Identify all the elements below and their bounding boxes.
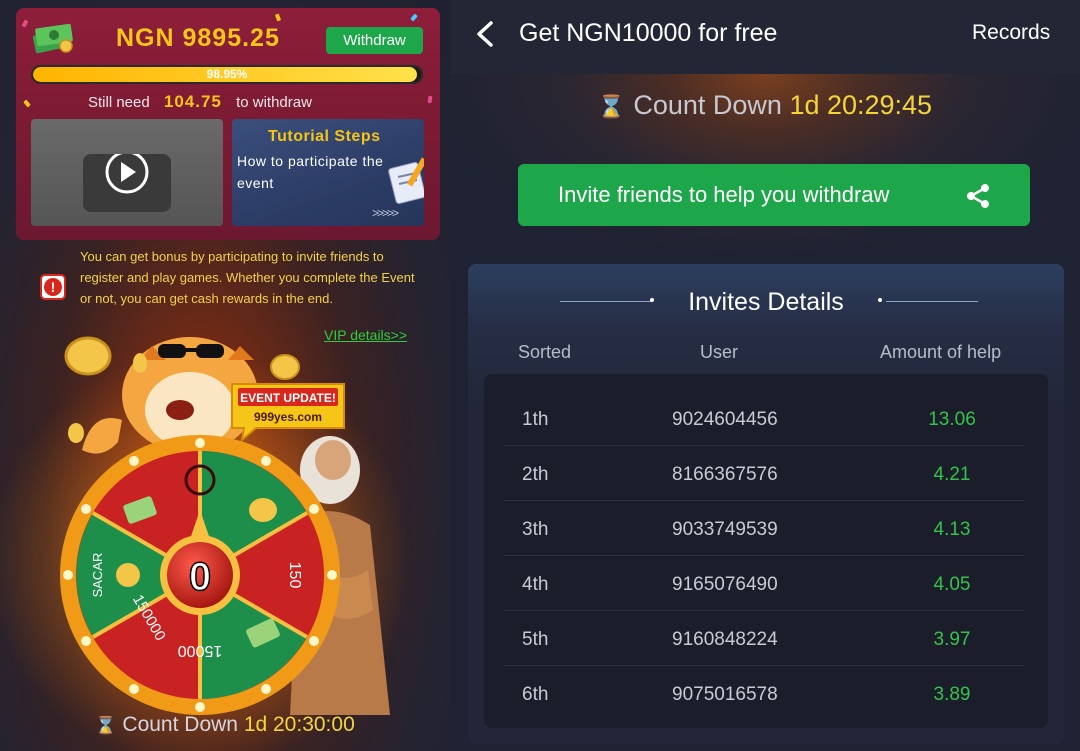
event-badge-site: 999yes.com <box>254 410 322 424</box>
countdown-label: Count Down <box>122 713 238 736</box>
invite-button-label: Invite friends to help you withdraw <box>558 182 890 207</box>
withdraw-button[interactable]: Withdraw <box>326 27 423 54</box>
row-user: 9160848224 <box>672 629 778 650</box>
row-amount: 4.05 <box>933 574 971 595</box>
table-row: 4th 9165076490 4.05 <box>504 556 1024 611</box>
event-countdown: ⌛ Count Down 1d 20:30:00 <box>0 713 450 737</box>
event-countdown: ⌛ Count Down 1d 20:29:45 <box>450 90 1080 121</box>
wheel-center-value: 0 <box>189 555 211 599</box>
tutorial-steps-card[interactable]: Tutorial Steps How to participate the ev… <box>232 119 424 226</box>
event-badge-title: EVENT UPDATE! <box>240 391 336 405</box>
lucky-wheel[interactable]: 0 150 15000 150000 SACAR <box>60 435 340 715</box>
invite-panel: Get NGN10000 for free Records ⌛ Count Dow… <box>450 0 1080 751</box>
share-icon <box>967 184 989 208</box>
balance-amount: NGN 9895.25 <box>116 24 280 52</box>
wheel-label-sacar: SACAR <box>90 553 105 598</box>
invite-friends-button[interactable]: Invite friends to help you withdraw <box>518 164 1030 226</box>
money-stack-icon <box>32 23 73 54</box>
notepad-icon <box>388 157 424 204</box>
table-row: 1th 9024604456 13.06 <box>504 391 1024 446</box>
title-divider <box>886 301 978 302</box>
row-rank: 3th <box>522 519 549 540</box>
column-header-amount: Amount of help <box>880 342 1002 362</box>
withdraw-progress-bar: 98.95% <box>31 65 423 84</box>
row-rank: 5th <box>522 629 549 650</box>
row-user: 9165076490 <box>672 574 778 595</box>
event-promo-panel: 0 150 15000 150000 SACAR EVENT UPDATE! 9… <box>0 0 450 751</box>
coins-icon <box>249 498 277 522</box>
table-row: 5th 9160848224 3.97 <box>504 611 1024 666</box>
arrows-icon: >>>>> <box>372 206 399 220</box>
row-amount: 13.06 <box>928 409 976 430</box>
row-amount: 3.89 <box>933 684 971 705</box>
bonus-card: NGN 9895.25 Withdraw 98.95% Still need 1… <box>16 8 440 240</box>
row-amount: 4.21 <box>933 464 971 485</box>
title-dot <box>878 298 882 302</box>
confetti <box>427 95 433 104</box>
row-user: 9033749539 <box>672 519 778 540</box>
back-chevron-icon[interactable] <box>474 20 496 48</box>
row-amount: 3.97 <box>933 629 971 650</box>
invites-table: 1th 9024604456 13.06 2th 8166367576 4.21… <box>484 374 1048 728</box>
row-rank: 2th <box>522 464 549 485</box>
invites-title: Invites Details <box>688 288 844 316</box>
records-link[interactable]: Records <box>972 21 1050 45</box>
countdown-time: 1d 20:30:00 <box>243 713 355 736</box>
row-user: 8166367576 <box>672 464 778 485</box>
row-user: 9075016578 <box>672 684 778 705</box>
confetti <box>23 99 31 108</box>
hourglass-icon: ⌛ <box>95 716 117 735</box>
progress-percent: 98.95% <box>206 67 248 81</box>
row-rank: 1th <box>522 409 549 430</box>
alert-glyph: ! <box>44 278 62 296</box>
invites-details-card: Invites Details Sorted User Amount of he… <box>468 264 1064 744</box>
row-rank: 4th <box>522 574 549 595</box>
row-rank: 6th <box>522 684 549 705</box>
still-need-suffix: to withdraw <box>236 94 312 111</box>
countdown-label: Count Down <box>633 90 782 120</box>
tutorial-title: Tutorial Steps <box>268 128 381 145</box>
row-user: 9024604456 <box>672 409 778 430</box>
table-row: 3th 9033749539 4.13 <box>504 501 1024 556</box>
table-row: 2th 8166367576 4.21 <box>504 446 1024 501</box>
table-row: 6th 9075016578 3.89 <box>504 666 1024 721</box>
top-bar: Get NGN10000 for free Records <box>450 0 1080 74</box>
hourglass-icon: ⌛ <box>597 94 626 119</box>
coin-icon <box>116 563 140 587</box>
column-header-user: User <box>700 342 739 362</box>
alert-icon: ! <box>40 274 66 300</box>
confetti <box>274 13 282 22</box>
play-icon[interactable] <box>83 150 171 212</box>
row-amount: 4.13 <box>933 519 971 540</box>
still-need-prefix: Still need <box>88 94 150 111</box>
still-need-amount: 104.75 <box>163 92 222 111</box>
wheel-label-15000: 15000 <box>178 642 223 659</box>
wheel-label-150: 150 <box>286 562 303 589</box>
still-need-text: Still need 104.75 to withdraw <box>88 92 312 112</box>
column-header-sorted: Sorted <box>518 342 572 362</box>
tutorial-subtitle: How to participate the event <box>237 153 384 191</box>
vip-details-link[interactable]: VIP details>> <box>324 327 407 343</box>
confetti <box>410 13 418 22</box>
countdown-time: 1d 20:29:45 <box>789 90 933 120</box>
tutorial-video[interactable] <box>31 119 223 226</box>
event-notice-text: You can get bonus by participating to in… <box>80 249 415 306</box>
page-title: Get NGN10000 for free <box>519 19 778 47</box>
confetti <box>21 19 29 28</box>
